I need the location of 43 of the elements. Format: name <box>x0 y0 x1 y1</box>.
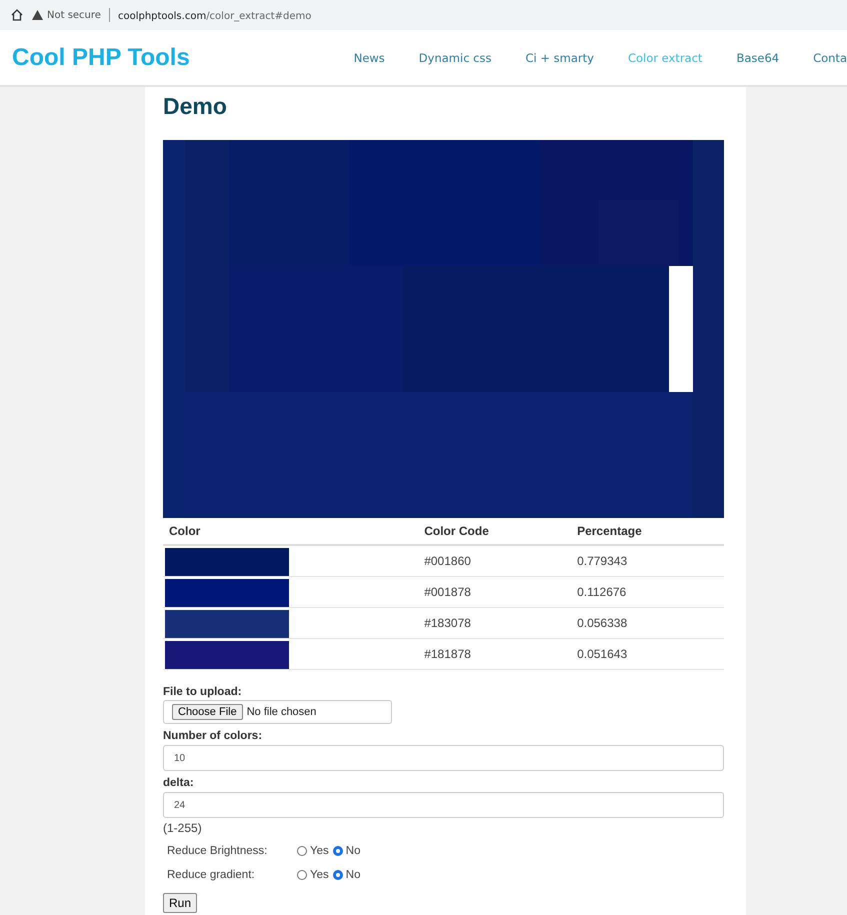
radio-button[interactable] <box>297 870 307 880</box>
nav-link[interactable]: Conta <box>813 50 847 64</box>
field-label: Number of colors: <box>163 730 264 742</box>
warning-icon <box>32 10 43 20</box>
page-heading: Demo <box>163 93 228 120</box>
nav-link[interactable]: News <box>354 50 385 64</box>
table-cell: 0.051643 <box>571 638 724 670</box>
table-cell: 0.112676 <box>571 576 724 608</box>
choose-file-button[interactable]: Choose File <box>172 704 243 720</box>
column-header: Percentage <box>571 518 724 545</box>
table-cell: #001878 <box>418 576 572 608</box>
nav-link[interactable]: Base64 <box>736 50 780 64</box>
table-cell: 0.056338 <box>571 608 724 638</box>
file-status: No file chosen <box>246 706 316 718</box>
column-header: Color Code <box>418 518 572 545</box>
field-hint: (1-255) <box>163 821 203 835</box>
input-field[interactable]: 24 <box>163 792 724 818</box>
table-cell: #181878 <box>418 638 572 670</box>
table-cell: #183078 <box>418 608 572 638</box>
radio-label[interactable]: No <box>346 845 360 857</box>
column-header: Color <box>163 518 418 545</box>
table-cell: 0.779343 <box>571 545 724 576</box>
file-input[interactable]: Choose File No file chosen <box>163 700 392 724</box>
radio-label[interactable]: No <box>346 869 360 881</box>
radio-label[interactable]: Yes <box>310 845 329 857</box>
home-icon[interactable] <box>10 8 24 22</box>
radio-button[interactable] <box>297 846 307 856</box>
option-label: Reduce gradient: <box>167 869 256 881</box>
radio-button[interactable] <box>332 846 343 856</box>
address-bar[interactable]: Not secure coolphptools.com/color_extract#demo <box>0 0 847 30</box>
option-label: Reduce Brightness: <box>167 845 268 857</box>
input-field[interactable]: 10 <box>163 745 724 771</box>
field-label: File to upload: <box>163 686 243 698</box>
url-domain: coolphptools.com <box>118 10 206 22</box>
field-label: delta: <box>163 777 195 789</box>
url-path: /color_extract#demo <box>206 10 312 22</box>
security-label: Not secure <box>47 10 101 20</box>
radio-label[interactable]: Yes <box>310 869 329 881</box>
run-button[interactable]: Run <box>163 893 198 913</box>
table-cell: #001860 <box>418 545 572 576</box>
radio-button[interactable] <box>332 870 343 880</box>
nav-link[interactable]: Ci + smarty <box>525 50 594 64</box>
nav-link[interactable]: Dynamic css <box>418 50 492 64</box>
